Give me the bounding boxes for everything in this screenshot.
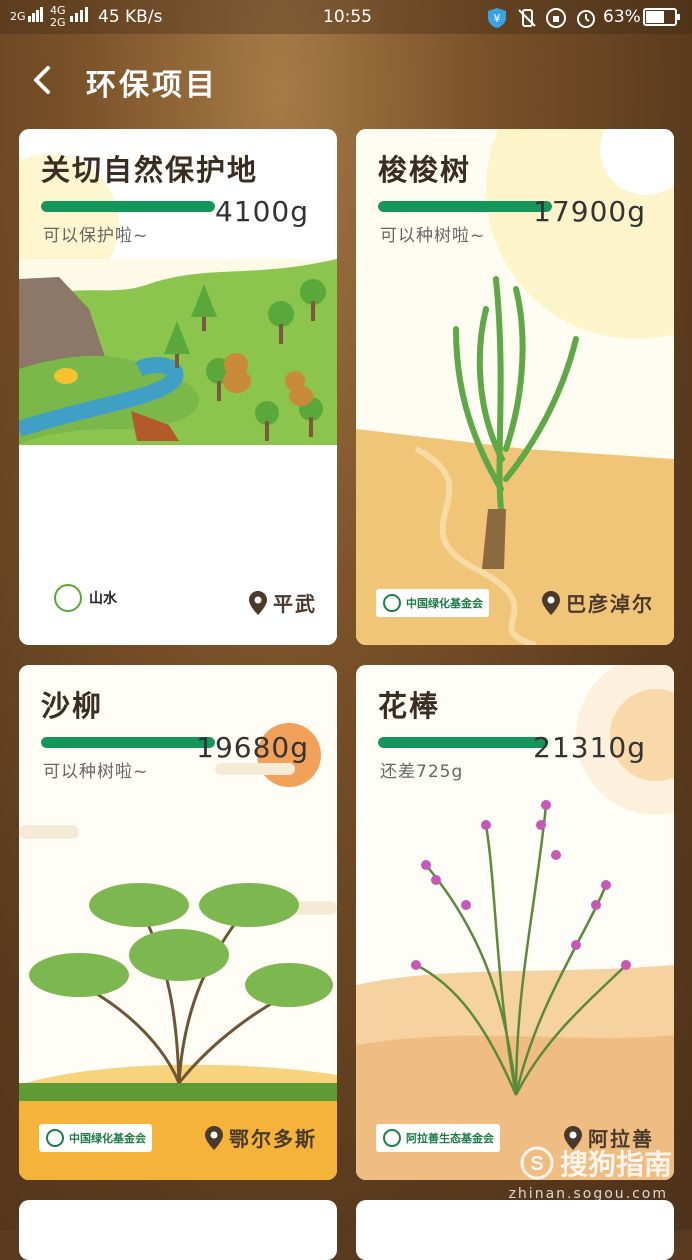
network-label-2: 2G (50, 16, 66, 29)
partner-badge-icon (54, 584, 82, 612)
status-note: 可以种树啦~ (43, 762, 149, 782)
project-card-2[interactable]: 梭梭树 17900g 可以种树啦~ 中国绿化基金会 巴彦淖尔 (356, 129, 674, 645)
rotation-lock-icon (545, 7, 567, 29)
progress-fill (41, 201, 215, 212)
project-card-1[interactable]: 关切自然保护地 4100g 可以保护啦~ 山水 平武 (19, 129, 337, 645)
partner-name: 中国绿化基金会 (406, 597, 483, 610)
location-name: 巴彦淖尔 (566, 592, 654, 616)
energy-amount: 19680g (196, 731, 309, 764)
watermark-url: zhinan.sogou.com (508, 1186, 668, 1202)
progress-bar (378, 737, 552, 748)
progress-bar (378, 201, 552, 212)
mute-icon (516, 7, 538, 29)
shield-icon: ¥ (486, 7, 508, 29)
partner-logo: 山水 (49, 581, 121, 615)
progress-bar (41, 201, 215, 212)
energy-amount: 17900g (533, 195, 646, 228)
location-pin-icon (542, 590, 560, 615)
page-title: 环保项目 (86, 68, 218, 103)
network-speed: 45 KB/s (98, 7, 163, 27)
signal-label: 2G (10, 10, 26, 23)
chevron-left-icon (34, 66, 50, 94)
project-card-6-partial[interactable] (356, 1200, 674, 1260)
location: 平武 (249, 588, 317, 617)
clock: 10:55 (323, 7, 372, 27)
project-name: 花棒 (378, 689, 441, 723)
project-card-4[interactable]: 花棒 21310g 还差725g 阿拉善生态基金会 阿拉善 (356, 665, 674, 1180)
location: 鄂尔多斯 (205, 1123, 317, 1152)
partner-name: 山水 (89, 591, 117, 607)
partner-logo: 中国绿化基金会 (376, 589, 489, 617)
partner-badge-icon (383, 594, 401, 612)
status-note: 还差725g (380, 762, 464, 782)
signal-icon-2 (70, 0, 90, 34)
location-name: 鄂尔多斯 (229, 1127, 317, 1151)
svg-text:¥: ¥ (494, 12, 501, 25)
location: 巴彦淖尔 (542, 588, 654, 617)
progress-fill (378, 737, 547, 748)
project-name: 梭梭树 (378, 153, 472, 187)
project-card-3[interactable]: 沙柳 19680g 可以种树啦~ 中国绿化基金会 鄂尔多斯 (19, 665, 337, 1180)
location-pin-icon (205, 1125, 223, 1150)
partner-logo: 中国绿化基金会 (39, 1124, 152, 1152)
energy-amount: 4100g (214, 195, 309, 228)
svg-text:S: S (530, 1153, 543, 1175)
progress-fill (41, 737, 215, 748)
battery-percent: 63% (603, 7, 641, 27)
watermark: S 搜狗指南 (520, 1143, 672, 1183)
progress-bar (41, 737, 215, 748)
partner-badge-icon (46, 1129, 64, 1147)
progress-fill (378, 201, 552, 212)
status-note: 可以种树啦~ (380, 226, 486, 246)
partner-name: 中国绿化基金会 (69, 1132, 146, 1145)
partner-logo: 阿拉善生态基金会 (376, 1124, 500, 1152)
project-name: 沙柳 (41, 689, 104, 723)
battery-icon (643, 8, 681, 26)
project-name: 关切自然保护地 (41, 153, 259, 187)
partner-name: 阿拉善生态基金会 (406, 1132, 494, 1145)
signal-icon (28, 0, 44, 34)
status-bar: 2G 4G 2G 45 KB/s 10:55 ¥ 63% (0, 0, 692, 34)
sogou-logo-icon: S (520, 1146, 554, 1180)
location-name: 平武 (273, 592, 317, 616)
watermark-brand: 搜狗指南 (559, 1148, 672, 1181)
back-button[interactable] (24, 60, 64, 100)
status-note: 可以保护啦~ (43, 226, 149, 246)
header: 环保项目 (0, 40, 692, 124)
energy-amount: 21310g (533, 731, 646, 764)
partner-badge-icon (383, 1129, 401, 1147)
project-card-5-partial[interactable] (19, 1200, 337, 1260)
alarm-icon (575, 7, 597, 29)
location-pin-icon (249, 590, 267, 615)
